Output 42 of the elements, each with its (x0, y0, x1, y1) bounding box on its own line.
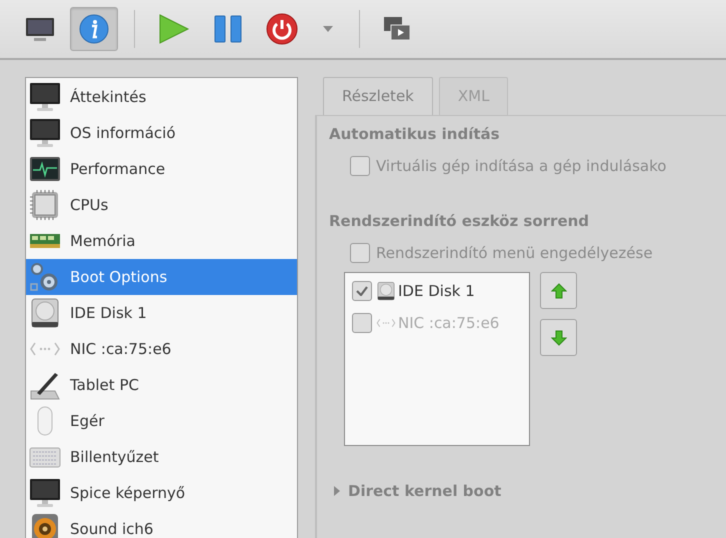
checkbox[interactable] (350, 156, 370, 176)
collapsed-triangle-icon (334, 486, 340, 496)
speaker-icon (29, 513, 61, 538)
move-down-button[interactable] (540, 319, 577, 356)
sidebar-item[interactable]: Billentyűzet (26, 439, 297, 475)
move-up-button[interactable] (540, 272, 577, 309)
monitor-icon (29, 81, 61, 113)
play-icon (158, 14, 190, 44)
sidebar-item[interactable]: Boot Options (26, 259, 297, 295)
section-heading: Rendszerindító eszköz sorrend (329, 212, 590, 232)
checkbox[interactable] (352, 281, 372, 301)
hard-drive-icon (29, 297, 61, 329)
hard-drive-icon (376, 281, 396, 301)
device-label: NIC :ca:75:e6 (398, 314, 500, 332)
sidebar-item[interactable]: Tablet PC (26, 367, 297, 403)
arrow-down-icon (550, 330, 566, 346)
sidebar-item[interactable]: Spice képernyő (26, 475, 297, 511)
monitor-icon (25, 15, 55, 43)
sidebar-item[interactable]: OS információ (26, 115, 297, 151)
checkbox[interactable] (350, 243, 370, 263)
details-button[interactable] (70, 7, 118, 51)
sidebar-item[interactable]: Áttekintés (26, 79, 297, 115)
arrow-up-icon (550, 282, 566, 298)
sidebar-item[interactable]: IDE Disk 1 (26, 295, 297, 331)
device-label: IDE Disk 1 (398, 282, 475, 300)
sidebar-item[interactable]: Memória (26, 223, 297, 259)
checkbox-label: Rendszerindító menü engedélyezése (376, 244, 653, 262)
pause-icon (212, 14, 244, 44)
power-icon (266, 13, 298, 45)
sidebar-item[interactable]: NIC :ca:75:e6 (26, 331, 297, 367)
sidebar-item[interactable]: Egér (26, 403, 297, 439)
caret-icon (322, 25, 334, 33)
section-heading: Automatikus indítás (329, 125, 501, 145)
chip-icon (29, 189, 61, 221)
sidebar-item[interactable]: Performance (26, 151, 297, 187)
monitor-icon (29, 117, 61, 149)
sidebar-item[interactable]: Sound ich6 (26, 511, 297, 538)
info-icon (79, 14, 109, 44)
sidebar-item[interactable]: CPUs (26, 187, 297, 223)
check-icon (356, 286, 368, 296)
monitor-icon (29, 477, 61, 509)
checkbox-label: Virtuális gép indítása a gép indulásako (376, 157, 666, 175)
